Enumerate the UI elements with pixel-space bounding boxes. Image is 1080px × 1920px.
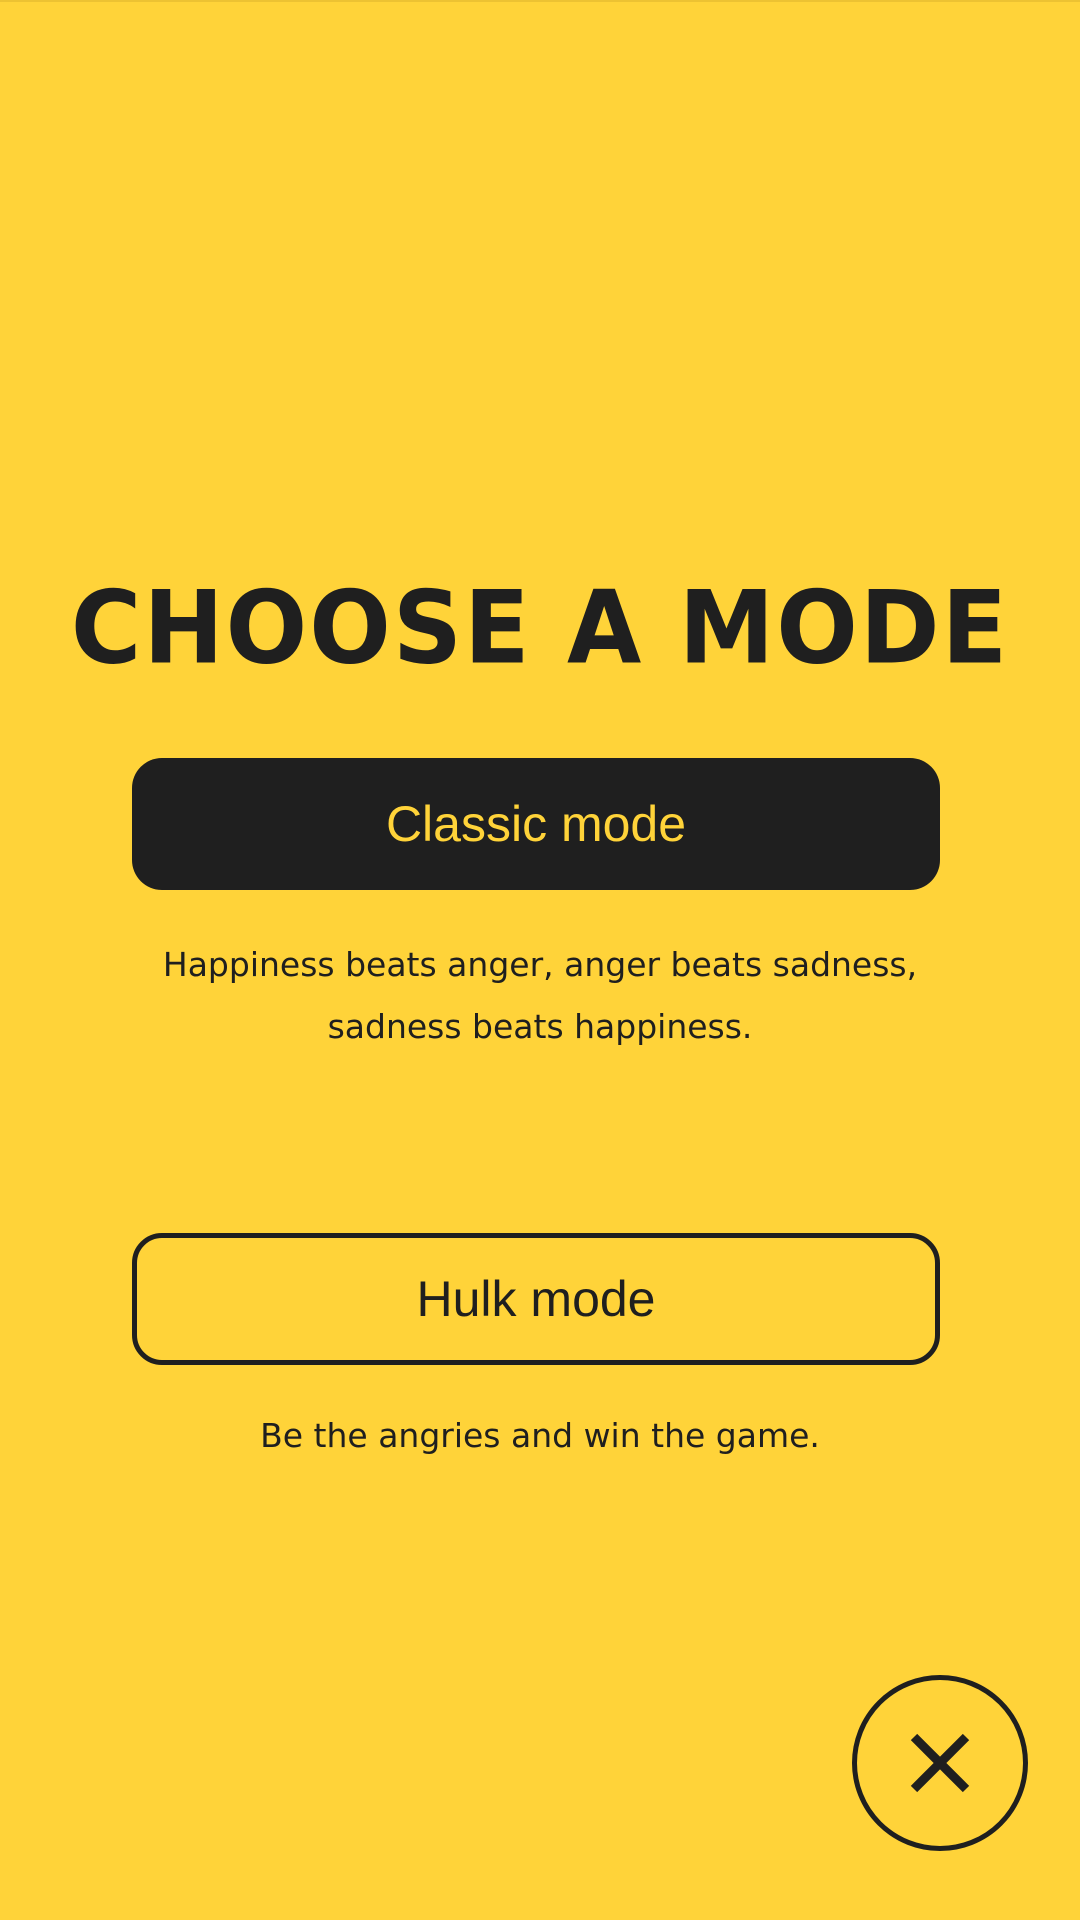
classic-mode-label: Classic mode <box>385 796 687 852</box>
classic-mode-description: Happiness beats anger, anger beats sadne… <box>162 945 918 1046</box>
page-title: CHOOSE A MODE <box>70 569 1010 687</box>
hulk-mode-description: Be the angries and win the game. <box>260 1416 820 1455</box>
hulk-mode-button[interactable]: Hulk mode <box>132 1233 940 1365</box>
hulk-mode-label: Hulk mode <box>416 1271 656 1327</box>
top-divider <box>0 0 1080 2</box>
classic-mode-button[interactable]: Classic mode <box>132 758 940 890</box>
close-button[interactable] <box>852 1675 1028 1851</box>
close-icon <box>910 1733 970 1793</box>
